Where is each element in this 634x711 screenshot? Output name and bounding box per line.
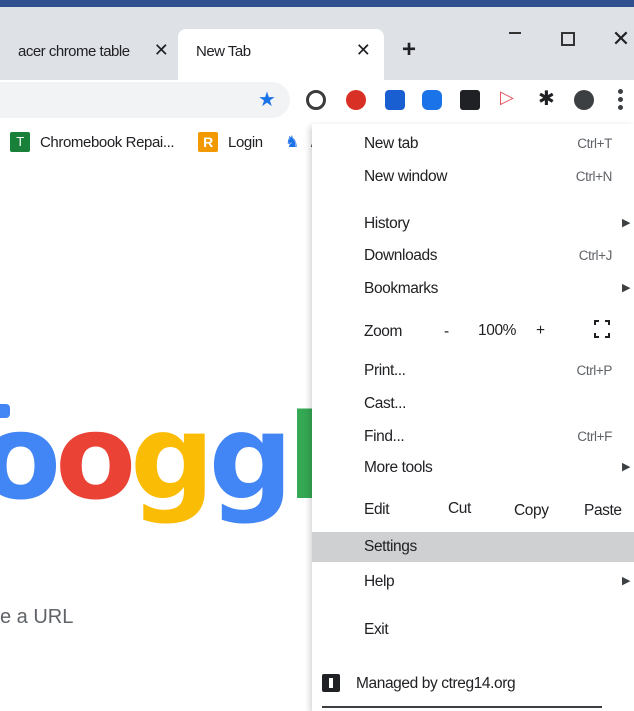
logo-letter: o <box>55 388 136 526</box>
tab-title: New Tab <box>196 43 251 60</box>
logo-letter: g <box>208 388 294 526</box>
tab-title: acer chrome table <box>18 43 130 60</box>
menu-item-label: Zoom <box>364 323 403 340</box>
bookmark-third[interactable]: ♞ / <box>285 132 315 152</box>
extensions-puzzle-icon[interactable]: ✱ <box>538 86 558 110</box>
menu-item-shortcut: Ctrl+P <box>576 363 613 378</box>
menu-item-new-window[interactable]: New window Ctrl+N <box>312 161 634 193</box>
menu-item-label: Settings <box>364 538 417 555</box>
menu-item-more-tools[interactable]: More tools ▶ <box>312 452 634 484</box>
zoom-in-button[interactable]: + <box>536 322 545 340</box>
menu-item-history[interactable]: History ▶ <box>312 208 634 240</box>
tab-close-icon[interactable]: ✕ <box>352 39 374 61</box>
chrome-app-menu: New tab Ctrl+T New window Ctrl+N History… <box>312 124 634 711</box>
red-extension-icon[interactable] <box>346 90 366 110</box>
bookmark-star-icon[interactable]: ★ <box>258 87 276 112</box>
login-icon: R <box>198 132 218 152</box>
submenu-arrow-icon: ▶ <box>621 575 630 587</box>
menu-item-label: Find... <box>364 428 405 445</box>
menu-item-shortcut: Ctrl+F <box>577 429 612 444</box>
browser-window: acer chrome table ✕ New Tab ✕ + ✕ ★ ▷ ✱ … <box>0 0 634 711</box>
menu-item-help[interactable]: Help ▶ <box>312 566 634 598</box>
tab-strip: acer chrome table ✕ New Tab ✕ + ✕ <box>0 7 634 80</box>
play-extension-icon[interactable]: ▷ <box>500 87 520 107</box>
minimize-icon[interactable] <box>500 25 530 53</box>
blue-extension-icon[interactable] <box>385 90 405 110</box>
menu-item-shortcut: Ctrl+N <box>575 169 613 184</box>
profile-avatar-icon[interactable] <box>574 90 594 110</box>
zoom-level: 100% <box>478 322 517 339</box>
screencast-extension-icon[interactable] <box>422 90 442 110</box>
menu-item-label: Edit <box>364 501 390 518</box>
menu-item-shortcut: Ctrl+J <box>578 248 613 263</box>
tab-new-tab[interactable]: New Tab ✕ <box>178 29 384 80</box>
menu-item-label: Managed by ctreg14.org <box>356 675 516 692</box>
menu-item-zoom: Zoom - 100% + <box>312 316 634 348</box>
chromebook-repair-icon: T <box>10 132 30 152</box>
bookmark-chromebook-repair[interactable]: T Chromebook Repai... <box>10 132 175 152</box>
menu-item-label: New tab <box>364 135 419 152</box>
chrome-menu-icon[interactable] <box>618 89 624 111</box>
submenu-arrow-icon: ▶ <box>621 461 630 473</box>
managed-building-icon <box>322 674 340 692</box>
menu-item-cast[interactable]: Cast... <box>312 388 634 420</box>
tab-close-icon[interactable]: ✕ <box>150 39 172 61</box>
bookmark-label: Chromebook Repai... <box>40 133 175 151</box>
menu-item-downloads[interactable]: Downloads Ctrl+J <box>312 240 634 272</box>
menu-item-find[interactable]: Find... Ctrl+F <box>312 421 634 453</box>
menu-item-label: Print... <box>364 362 406 379</box>
logo-letter: g <box>130 388 215 526</box>
close-window-icon[interactable]: ✕ <box>606 25 634 53</box>
address-bar[interactable] <box>0 82 290 118</box>
tab-acer-chrome-table[interactable]: acer chrome table ✕ <box>0 29 178 73</box>
menu-divider <box>322 706 602 708</box>
menu-item-label: Help <box>364 573 395 590</box>
zoom-out-button[interactable]: - <box>444 323 449 341</box>
menu-item-label: History <box>364 215 410 232</box>
menu-item-print[interactable]: Print... Ctrl+P <box>312 355 634 387</box>
menu-item-label: Exit <box>364 621 389 638</box>
fullscreen-icon[interactable] <box>594 320 610 338</box>
menu-item-label: Cast... <box>364 395 406 412</box>
window-accent-bar <box>0 0 634 7</box>
power-extension-icon[interactable] <box>306 90 326 110</box>
submenu-arrow-icon: ▶ <box>621 282 630 294</box>
menu-item-exit[interactable]: Exit <box>312 614 634 646</box>
search-box-placeholder[interactable]: e a URL <box>0 606 73 629</box>
menu-item-label: More tools <box>364 459 433 476</box>
cut-button[interactable]: Cut <box>448 500 471 518</box>
bookmark-site-icon: ♞ <box>285 134 299 151</box>
new-tab-button[interactable]: + <box>397 36 421 63</box>
pdf-extension-icon[interactable] <box>460 90 480 110</box>
maximize-icon[interactable] <box>553 25 583 53</box>
toolbar: ★ ▷ ✱ <box>0 80 634 120</box>
menu-item-edit: Edit Cut Copy Paste <box>312 494 634 526</box>
bookmark-label: Login <box>228 133 263 151</box>
submenu-arrow-icon: ▶ <box>621 217 630 229</box>
paste-button[interactable]: Paste <box>584 502 622 520</box>
logo-letter: o <box>0 388 61 526</box>
copy-button[interactable]: Copy <box>514 502 549 520</box>
menu-item-label: Bookmarks <box>364 280 438 297</box>
menu-item-label: Downloads <box>364 247 438 264</box>
menu-item-bookmarks[interactable]: Bookmarks ▶ <box>312 273 634 305</box>
menu-item-managed[interactable]: Managed by ctreg14.org <box>312 670 634 702</box>
menu-item-label: New window <box>364 168 448 185</box>
menu-item-new-tab[interactable]: New tab Ctrl+T <box>312 128 634 160</box>
menu-item-shortcut: Ctrl+T <box>577 136 612 151</box>
bookmark-login[interactable]: R Login <box>198 132 263 152</box>
menu-item-settings[interactable]: Settings <box>312 532 634 562</box>
